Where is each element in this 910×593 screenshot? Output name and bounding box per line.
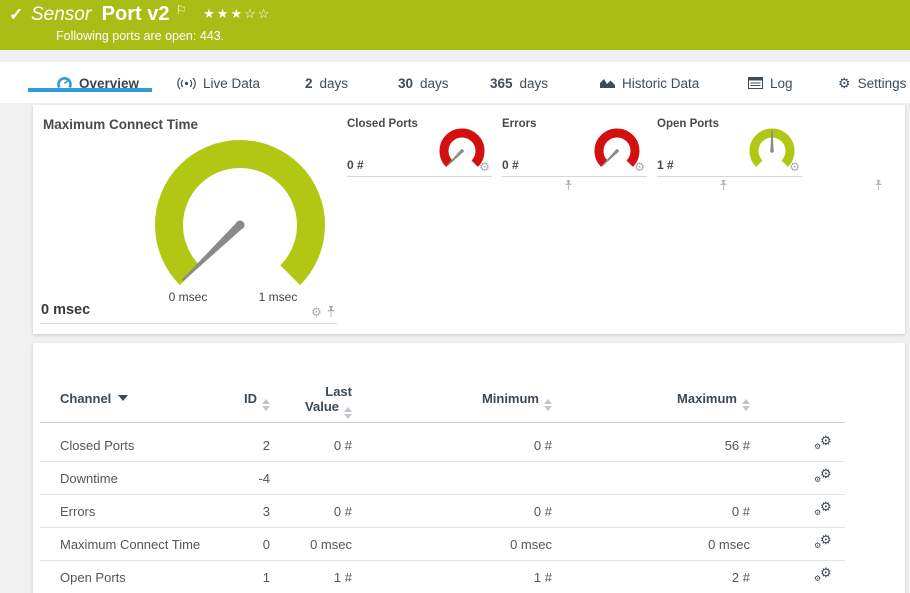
- channel-minimum: 0 #: [533, 438, 552, 453]
- channel-minimum: 0 msec: [510, 537, 552, 552]
- sort-icon: [544, 399, 552, 411]
- table-row-maximum-connect-time: Maximum Connect Time 0 0 msec 0 msec 0 m…: [33, 528, 905, 561]
- column-header-last-value[interactable]: Last Value: [252, 384, 352, 419]
- edit-channel-icon[interactable]: ⚙ ⚙: [812, 561, 838, 593]
- gear-icon[interactable]: ⚙: [634, 160, 645, 174]
- tab-2-days[interactable]: 2 days: [305, 72, 348, 94]
- main-gauge-scale-min: 0 msec: [168, 290, 208, 304]
- channel-maximum: 0 msec: [708, 537, 750, 552]
- small-gauge-title: Open Ports: [657, 118, 719, 130]
- gear-icon[interactable]: ⚙: [789, 160, 800, 174]
- gear-icon[interactable]: ⚙: [479, 160, 490, 174]
- edit-channel-icon[interactable]: ⚙ ⚙: [812, 462, 838, 495]
- small-gauge-title: Errors: [502, 118, 537, 130]
- area-chart-icon: [600, 77, 615, 89]
- tab-30-days[interactable]: 30 days: [398, 72, 449, 94]
- tab-live-data[interactable]: Live Data: [177, 72, 260, 94]
- tab-log[interactable]: Log: [748, 72, 793, 94]
- channel-id: -4: [258, 471, 270, 486]
- tab-label: Historic Data: [622, 75, 700, 91]
- tab-label: Log: [770, 75, 793, 91]
- gauges-panel: Maximum Connect Time 0 msec 1 msec 0 mse…: [33, 105, 905, 334]
- small-gauge-value: 0 #: [347, 158, 364, 172]
- channels-panel: Channel ID Last Value Minimum Maximum Cl…: [33, 343, 905, 593]
- column-header-minimum[interactable]: Minimum: [432, 391, 552, 411]
- main-gauge-arc: [155, 140, 325, 286]
- divider: [40, 422, 845, 423]
- check-icon: ✓: [9, 5, 24, 24]
- divider: [40, 323, 337, 324]
- log-icon: [748, 77, 763, 89]
- tab-label: days: [519, 75, 549, 91]
- pin-icon[interactable]: [874, 180, 883, 192]
- tab-label: days: [420, 75, 449, 91]
- main-gauge-scale-max: 1 msec: [258, 290, 298, 304]
- tab-label: Settings: [857, 75, 907, 91]
- sensor-status-message: Following ports are open: 443.: [56, 29, 225, 43]
- small-gauge-arc: [439, 128, 485, 167]
- pin-icon[interactable]: [326, 305, 336, 319]
- gauge-block-open-ports: Open Ports 1 # ⚙: [657, 105, 882, 334]
- sort-icon: [742, 399, 750, 411]
- live-data-icon: [177, 77, 196, 90]
- priority-stars[interactable]: ★★★☆☆: [203, 6, 271, 21]
- channel-last-value: 0 #: [333, 504, 352, 519]
- main-gauge-value: 0 msec: [41, 302, 91, 318]
- table-row-closed-ports: Closed Ports 2 0 # 0 # 56 # ⚙ ⚙: [33, 429, 905, 462]
- table-row-downtime: Downtime -4 ⚙ ⚙: [33, 462, 905, 495]
- small-gauge-arc: [594, 128, 640, 167]
- small-gauge-value: 0 #: [502, 158, 519, 172]
- tab-bar: Overview Live Data 2 days 30 days 365 da…: [0, 62, 910, 103]
- tab-label: Live Data: [203, 75, 261, 91]
- tab-settings[interactable]: ⚙ Settings: [838, 72, 906, 94]
- sort-desc-icon: [118, 395, 129, 401]
- sensor-page: ✓ Sensor Port v2 ⚐ ★★★☆☆ Following ports…: [0, 0, 910, 593]
- sensor-status-banner: ✓ Sensor Port v2 ⚐ ★★★☆☆ Following ports…: [0, 0, 910, 50]
- sort-icon: [344, 407, 352, 419]
- channel-maximum: 0 #: [731, 504, 750, 519]
- channel-last-value: 1 #: [333, 570, 352, 585]
- tab-label: days: [319, 75, 349, 91]
- column-header-maximum[interactable]: Maximum: [630, 391, 750, 411]
- small-gauge-value: 1 #: [657, 158, 674, 172]
- channel-minimum: 1 #: [533, 570, 552, 585]
- table-row-errors: Errors 3 0 # 0 # 0 # ⚙ ⚙: [33, 495, 905, 528]
- gauge-block-errors: Errors 0 # ⚙: [502, 105, 727, 334]
- tab-historic-data[interactable]: Historic Data: [600, 72, 699, 94]
- sensor-kind-label: Sensor: [31, 4, 92, 25]
- channel-maximum: 56 #: [724, 438, 750, 453]
- divider: [502, 176, 647, 177]
- sensor-title: Port v2: [101, 3, 170, 25]
- active-tab-indicator: [28, 88, 152, 92]
- gear-icon[interactable]: ⚙: [311, 305, 322, 319]
- small-gauge-title: Closed Ports: [347, 118, 418, 130]
- flag-icon[interactable]: ⚐: [176, 3, 187, 17]
- edit-channel-icon[interactable]: ⚙ ⚙: [812, 429, 838, 462]
- divider: [347, 176, 492, 177]
- table-row-open-ports: Open Ports 1 1 # 1 # 2 # ⚙ ⚙: [33, 561, 905, 593]
- edit-channel-icon[interactable]: ⚙ ⚙: [812, 495, 838, 528]
- channel-last-value: 0 msec: [310, 537, 352, 552]
- divider: [657, 176, 802, 177]
- gauge-block-closed-ports: Closed Ports 0 # ⚙: [347, 105, 572, 334]
- column-header-channel[interactable]: Channel: [60, 391, 129, 406]
- tab-365-days[interactable]: 365 days: [490, 72, 548, 94]
- edit-channel-icon[interactable]: ⚙ ⚙: [812, 528, 838, 561]
- channel-minimum: 0 #: [533, 504, 552, 519]
- main-gauge-needle: [181, 220, 245, 282]
- channel-maximum: 2 #: [731, 570, 750, 585]
- channel-last-value: 0 #: [333, 438, 352, 453]
